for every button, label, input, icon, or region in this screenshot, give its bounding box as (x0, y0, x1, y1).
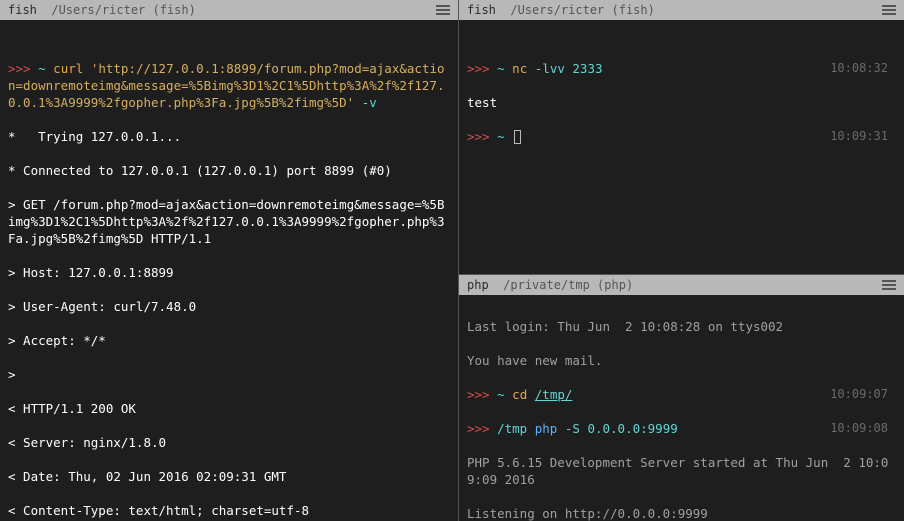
curl-output: < Content-Type: text/html; charset=utf-8 (8, 502, 450, 519)
terminal-pane-bottom-right[interactable]: php /private/tmp (php) Last login: Thu J… (458, 274, 904, 521)
nc-port: 2333 (572, 61, 602, 76)
cwd: ~ (497, 129, 505, 144)
cwd: ~ (38, 61, 46, 76)
menu-icon[interactable] (882, 5, 896, 15)
terminal-pane-left[interactable]: fish /Users/ricter (fish) >>> ~ curl 'ht… (0, 0, 458, 521)
php-output: Listening on http://0.0.0.0:9999 (467, 505, 896, 521)
title-text: fish /Users/ricter (fish) (8, 3, 196, 17)
terminal-bottom-right[interactable]: Last login: Thu Jun 2 10:08:28 on ttys00… (459, 295, 904, 521)
prompt: >>> (467, 387, 490, 402)
curl-output: * Connected to 127.0.0.1 (127.0.0.1) por… (8, 162, 450, 179)
terminal-top-right[interactable]: 10:08:32 >>> ~ nc -lvv 2333 test 10:09:31… (459, 20, 904, 274)
cmd-php: php (535, 421, 558, 436)
curl-output: > User-Agent: curl/7.48.0 (8, 298, 450, 315)
cd-path: /tmp/ (535, 387, 573, 402)
terminal-left[interactable]: >>> ~ curl 'http://127.0.0.1:8899/forum.… (0, 20, 458, 521)
timestamp: 10:09:31 (830, 128, 888, 145)
cmd-nc: nc (512, 61, 527, 76)
curl-output: > GET /forum.php?mod=ajax&action=downrem… (8, 196, 450, 247)
curl-flag: -v (362, 95, 377, 110)
php-flag: -S (565, 421, 580, 436)
cmd-curl: curl (53, 61, 83, 76)
curl-output: > (8, 366, 450, 383)
prompt: >>> (467, 421, 490, 436)
timestamp: 10:09:07 (830, 386, 888, 403)
cwd: /tmp (497, 421, 527, 436)
curl-output: > Host: 127.0.0.1:8899 (8, 264, 450, 281)
cwd: ~ (497, 387, 505, 402)
cursor (514, 130, 521, 144)
php-addr: 0.0.0.0:9999 (587, 421, 677, 436)
nc-flag: -lvv (535, 61, 565, 76)
php-output: PHP 5.6.15 Development Server started at… (467, 454, 896, 488)
curl-output: < HTTP/1.1 200 OK (8, 400, 450, 417)
titlebar-left[interactable]: fish /Users/ricter (fish) (0, 0, 458, 20)
terminal-pane-top-right[interactable]: fish /Users/ricter (fish) 10:08:32 >>> ~ … (458, 0, 904, 274)
curl-output: * Trying 127.0.0.1... (8, 128, 450, 145)
timestamp: 10:08:32 (830, 60, 888, 77)
login-msg: Last login: Thu Jun 2 10:08:28 on ttys00… (467, 318, 896, 335)
menu-icon[interactable] (882, 280, 896, 290)
timestamp: 10:09:08 (830, 420, 888, 437)
titlebar-top-right[interactable]: fish /Users/ricter (fish) (459, 0, 904, 20)
curl-output: > Accept: */* (8, 332, 450, 349)
title-text: php /private/tmp (php) (467, 278, 633, 292)
prompt: >>> (8, 61, 31, 76)
mail-msg: You have new mail. (467, 352, 896, 369)
nc-output: test (467, 94, 896, 111)
cwd: ~ (497, 61, 505, 76)
menu-icon[interactable] (436, 5, 450, 15)
title-text: fish /Users/ricter (fish) (467, 3, 655, 17)
curl-output: < Server: nginx/1.8.0 (8, 434, 450, 451)
cmd-cd: cd (512, 387, 527, 402)
curl-output: < Date: Thu, 02 Jun 2016 02:09:31 GMT (8, 468, 450, 485)
prompt: >>> (467, 61, 490, 76)
prompt: >>> (467, 129, 490, 144)
titlebar-bottom-right[interactable]: php /private/tmp (php) (459, 275, 904, 295)
